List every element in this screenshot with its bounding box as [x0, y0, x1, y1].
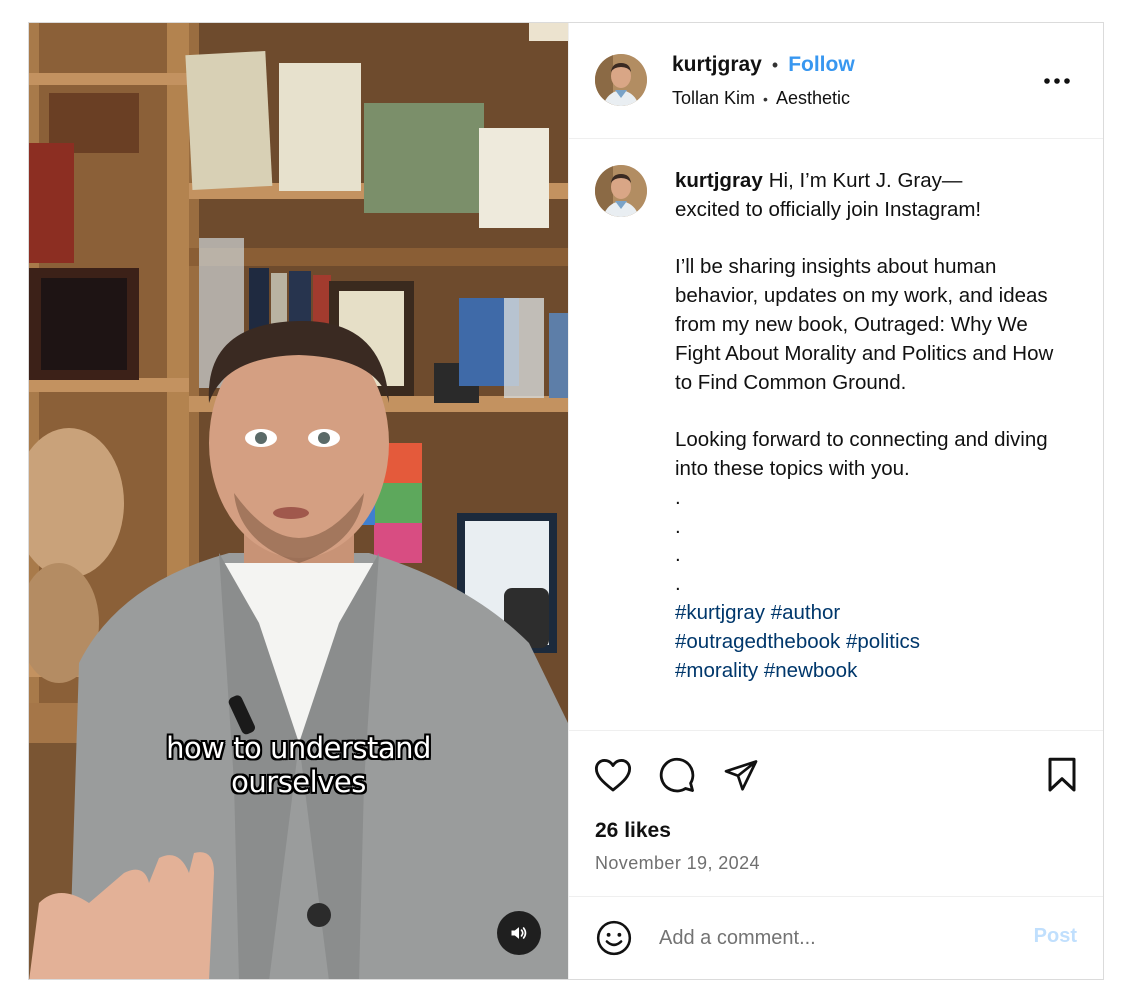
send-icon [724, 760, 758, 791]
subtitle-line-1: how to understand [166, 731, 431, 765]
audio-toggle-button[interactable] [497, 911, 541, 955]
video-frame [29, 23, 568, 979]
follow-button[interactable]: Follow [788, 53, 855, 77]
post-header: kurtjgray • Follow Tollan Kim • Aestheti… [569, 23, 1103, 139]
avatar[interactable] [595, 54, 647, 106]
heart-icon [594, 759, 632, 792]
hashtag[interactable]: #author [771, 601, 841, 624]
speaker-icon [511, 927, 527, 939]
post-date: November 19, 2024 [595, 853, 760, 873]
post-author-username[interactable]: kurtjgray [672, 53, 762, 77]
audio-artist[interactable]: Tollan Kim [672, 88, 755, 109]
bookmark-icon [1048, 757, 1076, 792]
profile-photo [595, 54, 647, 106]
hashtag[interactable]: #outragedthebook [675, 630, 840, 653]
video-subtitle: how to understand ourselves [29, 731, 568, 799]
post-comment-button[interactable]: Post [1034, 925, 1077, 948]
video-player[interactable]: how to understand ourselves [29, 23, 568, 979]
post-actions: 26 likes November 19, 2024 [569, 731, 1103, 897]
post-card: how to understand ourselves kurtjgray • … [28, 22, 1104, 980]
separator-dot: • [771, 54, 779, 75]
share-button[interactable] [721, 755, 761, 795]
audio-attribution[interactable]: Tollan Kim • Aesthetic [672, 88, 850, 109]
avatar[interactable] [595, 165, 647, 217]
hashtag[interactable]: #morality [675, 659, 758, 682]
more-options-button[interactable] [1041, 65, 1073, 97]
post-details-panel: kurtjgray • Follow Tollan Kim • Aestheti… [568, 23, 1103, 979]
caption-body: Hi, I’m Kurt J. Gray— excited to officia… [675, 169, 1054, 596]
add-comment-bar: Post [569, 897, 1103, 979]
like-button[interactable] [593, 755, 633, 795]
comment-button[interactable] [657, 755, 697, 795]
separator-dot: • [763, 90, 768, 107]
hashtag[interactable]: #politics [846, 630, 920, 653]
post-caption: kurtjgray Hi, I’m Kurt J. Gray— excited t… [675, 167, 1075, 685]
comment-icon [659, 757, 695, 793]
audio-title[interactable]: Aesthetic [776, 88, 850, 109]
comments-section[interactable]: kurtjgray Hi, I’m Kurt J. Gray— excited t… [569, 139, 1103, 731]
emoji-button[interactable] [595, 919, 633, 957]
comment-input[interactable] [659, 919, 999, 957]
profile-photo [595, 165, 647, 217]
caption-username[interactable]: kurtjgray [675, 169, 763, 192]
more-horizontal-icon [1044, 78, 1070, 84]
save-button[interactable] [1042, 755, 1082, 795]
likes-count[interactable]: 26 likes [595, 819, 671, 843]
smiley-icon [596, 920, 632, 956]
subtitle-line-2: ourselves [231, 765, 366, 799]
hashtag[interactable]: #newbook [764, 659, 857, 682]
hashtag[interactable]: #kurtjgray [675, 601, 765, 624]
hashtag-list: #kurtjgray #author #outragedthebook #pol… [675, 601, 920, 682]
